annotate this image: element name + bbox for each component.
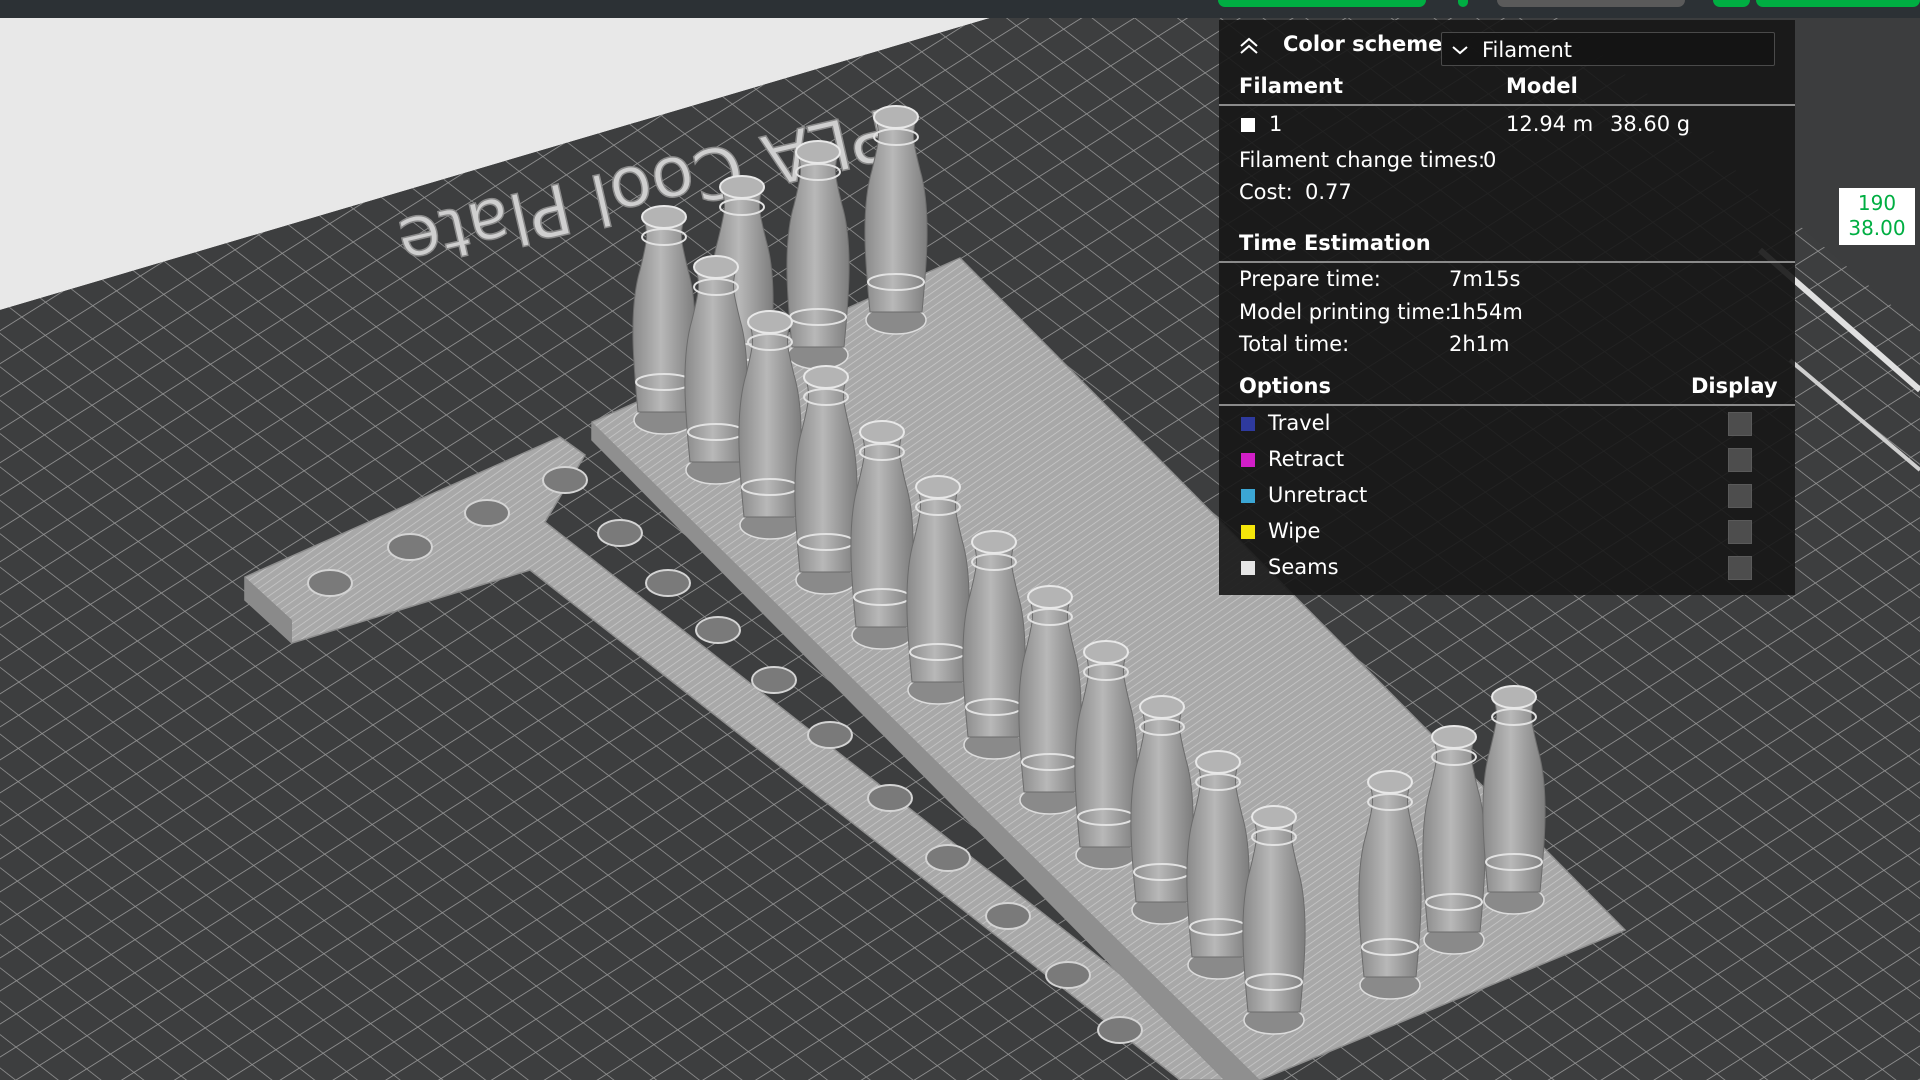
bracket-hole bbox=[867, 784, 913, 812]
layer-height: 38.00 bbox=[1848, 216, 1906, 240]
color-scheme-value: Filament bbox=[1482, 38, 1573, 62]
cost-label: Cost: bbox=[1239, 180, 1293, 204]
top-toolbar bbox=[0, 0, 1920, 18]
wipe-label: Wipe bbox=[1268, 519, 1321, 543]
gcode-legend-panel: Color scheme Filament Filament Model 1 1… bbox=[1219, 20, 1795, 595]
retract-swatch bbox=[1241, 453, 1255, 467]
bracket-hole bbox=[464, 499, 510, 527]
total-time-value: 2h1m bbox=[1449, 332, 1510, 356]
model-printing-time-label: Model printing time: bbox=[1239, 300, 1452, 324]
total-time-label: Total time: bbox=[1239, 332, 1350, 356]
seams-label: Seams bbox=[1268, 555, 1339, 579]
travel-label: Travel bbox=[1268, 411, 1331, 435]
filament-swatch bbox=[1241, 118, 1255, 132]
travel-swatch bbox=[1241, 417, 1255, 431]
bracket-hole bbox=[645, 569, 691, 597]
unretract-display-checkbox[interactable] bbox=[1728, 484, 1752, 508]
unretract-label: Unretract bbox=[1268, 483, 1368, 507]
retract-display-checkbox[interactable] bbox=[1728, 448, 1752, 472]
color-scheme-select[interactable]: Filament bbox=[1441, 32, 1775, 66]
seams-display-checkbox[interactable] bbox=[1728, 556, 1752, 580]
chevron-down-icon bbox=[1452, 46, 1468, 55]
gcode-preview-viewport[interactable]: PLA Cool Plate Color scheme Filament Fil… bbox=[0, 0, 1920, 1080]
bracket-hole bbox=[597, 519, 643, 547]
bracket-hole bbox=[1045, 961, 1091, 989]
unretract-swatch bbox=[1241, 489, 1255, 503]
filament-section-header: Filament Model bbox=[1219, 70, 1795, 106]
toolbar-button-grey[interactable] bbox=[1458, 0, 1468, 7]
bracket-hole bbox=[807, 721, 853, 749]
toolbar-button-green-1[interactable] bbox=[1218, 0, 1426, 7]
seams-swatch bbox=[1241, 561, 1255, 575]
bracket-hole bbox=[985, 902, 1031, 930]
toolbar-button-green-2[interactable] bbox=[1713, 0, 1750, 7]
filament-weight: 38.60 g bbox=[1610, 112, 1691, 136]
layer-number: 190 bbox=[1857, 191, 1897, 215]
bracket-hole bbox=[542, 466, 588, 494]
cost-value: 0.77 bbox=[1305, 180, 1352, 204]
retract-label: Retract bbox=[1268, 447, 1345, 471]
wipe-swatch bbox=[1241, 525, 1255, 539]
bracket-hole bbox=[751, 666, 797, 694]
filament-change-times-label: Filament change times: bbox=[1239, 148, 1486, 172]
prepare-time-label: Prepare time: bbox=[1239, 267, 1381, 291]
legend-header: Color scheme Filament bbox=[1219, 20, 1795, 70]
bracket-hole bbox=[925, 844, 971, 872]
options-section-header: Options Display bbox=[1219, 370, 1795, 406]
prepare-time-value: 7m15s bbox=[1449, 267, 1521, 291]
filament-length: 12.94 m bbox=[1506, 112, 1594, 136]
chevron-up-icon[interactable] bbox=[1237, 34, 1261, 56]
bracket-hole bbox=[307, 569, 353, 597]
time-estimation-header: Time Estimation bbox=[1219, 227, 1795, 263]
bracket-hole bbox=[387, 533, 433, 561]
toolbar-button-grey-2[interactable] bbox=[1497, 0, 1685, 7]
filament-id: 1 bbox=[1269, 112, 1283, 136]
toolbar-button-green-3[interactable] bbox=[1756, 0, 1920, 7]
model-printing-time-value: 1h54m bbox=[1449, 300, 1523, 324]
bracket-hole bbox=[695, 616, 741, 644]
model-column-header: Model bbox=[1506, 74, 1578, 98]
layer-height-tooltip: 190 38.00 bbox=[1839, 188, 1915, 245]
wipe-display-checkbox[interactable] bbox=[1728, 520, 1752, 544]
options-column-header: Options bbox=[1239, 374, 1331, 398]
filament-column-header: Filament bbox=[1239, 74, 1344, 98]
color-scheme-label: Color scheme bbox=[1283, 32, 1443, 56]
travel-display-checkbox[interactable] bbox=[1728, 412, 1752, 436]
time-estimation-title: Time Estimation bbox=[1239, 231, 1431, 255]
display-column-header: Display bbox=[1691, 374, 1778, 398]
bracket-hole bbox=[1097, 1016, 1143, 1044]
filament-change-times-value: 0 bbox=[1483, 148, 1497, 172]
